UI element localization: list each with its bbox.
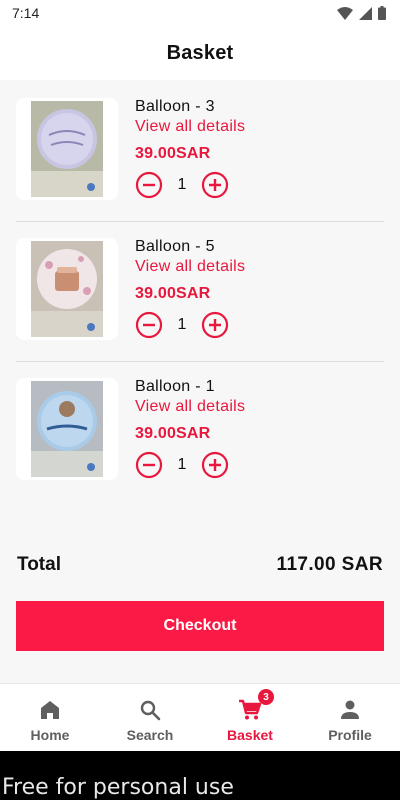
- battery-icon: [378, 6, 386, 20]
- search-icon: [140, 700, 161, 721]
- plus-circle-icon: [201, 171, 229, 199]
- nav-item-basket[interactable]: 3 Basket: [200, 684, 300, 751]
- watermark-text: Free for personal use: [2, 775, 234, 800]
- nav-item-home[interactable]: Home: [0, 684, 100, 751]
- basket-item: Balloon - 3 View all details 39.00SAR 1: [16, 82, 384, 222]
- checkout-button[interactable]: Checkout: [16, 601, 384, 651]
- minus-circle-icon: [135, 171, 163, 199]
- item-price: 39.00SAR: [135, 285, 211, 302]
- decrease-quantity-button[interactable]: [135, 171, 163, 199]
- person-icon: [341, 700, 359, 719]
- balloon-package-image: [31, 101, 103, 197]
- item-name: Balloon - 3: [135, 98, 215, 115]
- balloon-package-image: [31, 241, 103, 337]
- increase-quantity-button[interactable]: [201, 171, 229, 199]
- increase-quantity-button[interactable]: [201, 311, 229, 339]
- app-header: Basket: [0, 26, 400, 80]
- nav-label-profile: Profile: [328, 727, 372, 743]
- basket-item: Balloon - 1 View all details 39.00SAR 1: [16, 362, 384, 502]
- quantity-value: 1: [177, 176, 187, 193]
- total-row: Total 117.00 SAR: [17, 551, 383, 579]
- nav-label-search: Search: [126, 727, 174, 743]
- home-icon: [41, 701, 59, 719]
- item-price: 39.00SAR: [135, 145, 211, 162]
- total-label: Total: [17, 554, 61, 575]
- nav-item-search[interactable]: Search: [100, 684, 200, 751]
- nav-label-home: Home: [30, 727, 70, 743]
- item-price: 39.00SAR: [135, 425, 211, 442]
- status-time: 7:14: [12, 5, 40, 21]
- status-bar: 7:14: [0, 0, 400, 26]
- cart-count-badge: 3: [258, 689, 274, 705]
- product-image: [16, 378, 118, 480]
- status-icons: [337, 6, 386, 20]
- total-value: 117.00 SAR: [276, 554, 383, 575]
- page-title: Basket: [166, 41, 234, 64]
- wifi-icon: [337, 6, 353, 20]
- product-image: [16, 238, 118, 340]
- minus-circle-icon: [135, 311, 163, 339]
- item-name: Balloon - 5: [135, 238, 215, 255]
- nav-item-profile[interactable]: Profile: [300, 684, 400, 751]
- plus-circle-icon: [201, 451, 229, 479]
- view-details-link[interactable]: View all details: [135, 118, 245, 136]
- minus-circle-icon: [135, 451, 163, 479]
- quantity-value: 1: [177, 456, 187, 473]
- signal-icon: [359, 6, 372, 20]
- watermark-bar: Free for personal use: [0, 751, 400, 800]
- item-name: Balloon - 1: [135, 378, 215, 395]
- nav-label-basket: Basket: [227, 727, 273, 743]
- quantity-value: 1: [177, 316, 187, 333]
- product-image: [16, 98, 118, 200]
- balloon-package-image: [31, 381, 103, 477]
- basket-list: Balloon - 3 View all details 39.00SAR 1: [16, 82, 384, 502]
- quantity-stepper: 1: [135, 311, 229, 339]
- decrease-quantity-button[interactable]: [135, 311, 163, 339]
- decrease-quantity-button[interactable]: [135, 451, 163, 479]
- quantity-stepper: 1: [135, 171, 229, 199]
- plus-circle-icon: [201, 311, 229, 339]
- basket-item: Balloon - 5 View all details 39.00SAR 1: [16, 222, 384, 362]
- view-details-link[interactable]: View all details: [135, 258, 245, 276]
- quantity-stepper: 1: [135, 451, 229, 479]
- view-details-link[interactable]: View all details: [135, 398, 245, 416]
- cart-icon: [239, 699, 262, 720]
- increase-quantity-button[interactable]: [201, 451, 229, 479]
- bottom-nav: Home Search 3 Basket Profile: [0, 683, 400, 751]
